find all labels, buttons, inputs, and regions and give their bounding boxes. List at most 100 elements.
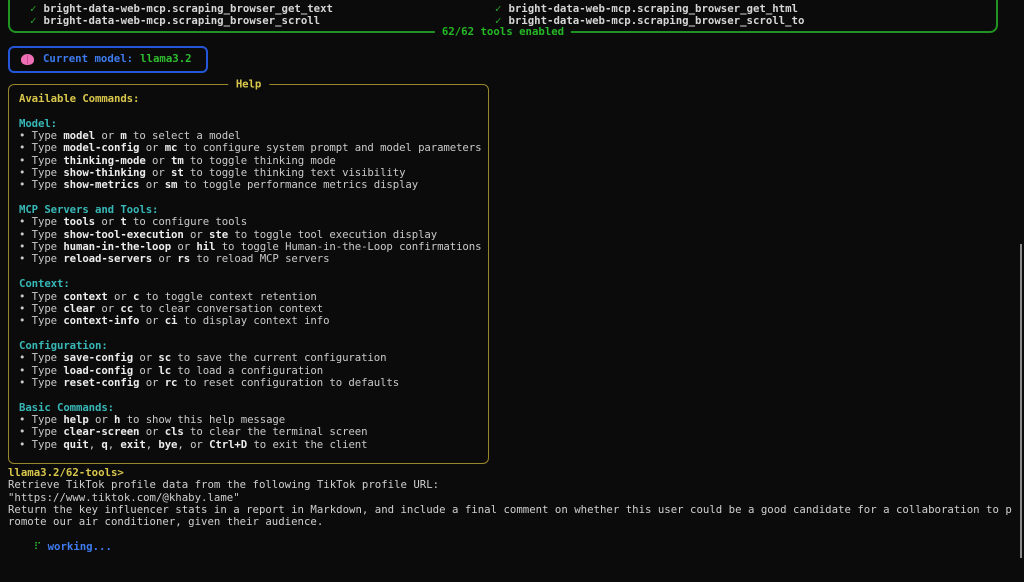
help-text: to reset configuration to defaults [177,376,399,389]
spinner-icon: ⠏ [34,540,42,553]
help-text: to toggle Human-in-the-Loop confirmation… [215,240,481,253]
help-sections: Model:• Type model or m to select a mode… [19,118,482,451]
command-name: Ctrl+D [209,438,247,451]
help-text: • Type [19,376,63,389]
command-name: sc [158,351,171,364]
command-name: model-config [63,141,139,154]
current-model-badge: Current model: llama3.2 [8,46,208,73]
command-name: ci [165,314,178,327]
help-line: • Type show-metrics or sm to toggle perf… [19,179,482,191]
help-text: • Type [19,240,63,253]
help-text: • Type [19,413,63,426]
check-icon: ✓ [30,2,36,15]
help-text: • Type [19,314,63,327]
current-model-value: llama3.2 [140,53,191,65]
command-name: load-config [63,364,133,377]
help-text: , [89,438,102,451]
command-name: help [63,413,88,426]
help-text: or [152,252,177,265]
help-text: • Type [19,141,63,154]
help-text: or [139,376,164,389]
working-status: ⠏ working... [8,529,1016,566]
help-text: or [171,240,196,253]
help-text: or [108,290,133,303]
help-panel: Help Available Commands: Model:• Type mo… [8,84,489,464]
command-name: context-info [63,314,139,327]
help-text: to select a model [127,129,241,142]
help-text: • Type [19,215,63,228]
help-line: • Type reset-config or rc to reset confi… [19,377,482,389]
command-name: bye [158,438,177,451]
help-text: • Type [19,154,63,167]
working-label: working... [48,540,112,553]
help-text: to clear conversation context [133,302,323,315]
command-name: show-metrics [63,178,139,191]
command-name: reload-servers [63,252,152,265]
command-name: reset-config [63,376,139,389]
tool-name: bright-data-web-mcp.scraping_browser_get… [43,2,333,15]
help-text: to show this help message [120,413,285,426]
command-name: save-config [63,351,133,364]
check-icon: ✓ [495,2,501,15]
help-text: or [146,154,171,167]
check-icon: ✓ [30,14,36,27]
help-text: • Type [19,351,63,364]
command-name: tm [171,154,184,167]
help-text: • Type [19,302,63,315]
help-section: Configuration:• Type save-config or sc t… [19,340,482,389]
help-text: to save the current configuration [171,351,386,364]
help-text: to load a configuration [171,364,323,377]
terminal-output: llama3.2/62-tools> Retrieve TikTok profi… [8,467,1016,566]
command-name: quit [63,438,88,451]
help-section: Context:• Type context or c to toggle co… [19,278,482,327]
help-text: to toggle tool execution display [228,228,437,241]
command-name: cc [120,302,133,315]
help-panel-title: Help [228,78,269,90]
help-text: to toggle context retention [139,290,316,303]
brain-icon [21,54,34,65]
command-name: mc [165,141,178,154]
help-text: to exit the client [247,438,367,451]
command-name: context [63,290,107,303]
user-message-line: Return the key influencer stats in a rep… [8,504,1016,529]
help-text: • Type [19,290,63,303]
help-text: , or [177,438,209,451]
tool-name: bright-data-web-mcp.scraping_browser_scr… [43,14,320,27]
help-text: to toggle thinking mode [184,154,336,167]
command-name: show-tool-execution [63,228,183,241]
help-text: to toggle performance metrics display [177,178,418,191]
command-name: st [171,166,184,179]
help-text: or [89,413,114,426]
help-text: or [133,364,158,377]
command-name: lc [158,364,171,377]
help-section: Basic Commands:• Type help or h to show … [19,402,482,451]
command-name: exit [120,438,145,451]
help-text: • Type [19,166,63,179]
help-text: or [139,178,164,191]
command-name: tools [63,215,95,228]
help-text: or [95,129,120,142]
help-line: • Type quit, q, exit, bye, or Ctrl+D to … [19,439,482,451]
help-heading: Available Commands: [19,93,482,105]
help-text: or [133,351,158,364]
command-name: hil [196,240,215,253]
command-name: cls [165,425,184,438]
command-name: show-thinking [63,166,145,179]
tools-panel: ✓ bright-data-web-mcp.scraping_browser_ge… [8,0,998,33]
scrollbar-thumb[interactable] [1020,244,1022,558]
tools-footer-label: 62/62 tools enabled [435,26,571,38]
command-name: rs [177,252,190,265]
help-text: • Type [19,364,63,377]
user-message: Retrieve TikTok profile data from the fo… [8,479,1016,528]
tool-cell: ✓ bright-data-web-mcp.scraping_browser_sc… [30,15,495,27]
help-text: • Type [19,228,63,241]
help-section: Model:• Type model or m to select a mode… [19,118,482,192]
help-text: • Type [19,425,63,438]
help-section: MCP Servers and Tools:• Type tools or t … [19,204,482,266]
command-name: model [63,129,95,142]
command-name: clear [63,302,95,315]
help-text: to display context info [177,314,329,327]
help-text: or [139,314,164,327]
command-name: human-in-the-loop [63,240,171,253]
current-model-label: Current model: [43,53,133,65]
